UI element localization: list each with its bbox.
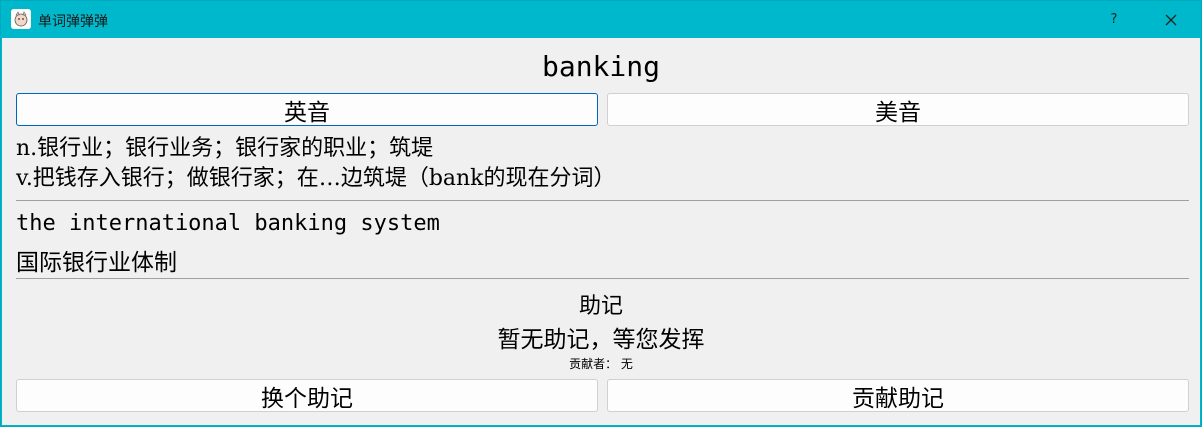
mnemonic-contributor: 贡献者： 无	[569, 357, 633, 371]
example-sentence-zh: 国际银行业体制	[16, 250, 177, 276]
divider	[16, 278, 1189, 279]
close-icon	[1165, 14, 1177, 25]
help-icon: ?	[1110, 12, 1118, 27]
mnemonic-text: 暂无助记，等您发挥	[497, 327, 705, 353]
definition-line: n.银行业；银行业务；银行家的职业；筑堤	[16, 136, 434, 161]
window-title: 单词弹弹弹	[38, 14, 108, 30]
word-heading: banking	[541, 50, 660, 83]
client-area: banking 英音 美音 n.银行业；银行业务；银行家的职业；筑堤 v.把钱存…	[2, 38, 1200, 425]
contribute-mnemonic-button[interactable]: 贡献助记	[607, 379, 1189, 412]
definitions: n.银行业；银行业务；银行家的职业；筑堤 v.把钱存入银行；做银行家；在…边筑堤…	[16, 134, 1186, 194]
title-bar[interactable]: 单词弹弹弹 ?	[1, 1, 1201, 38]
divider	[16, 200, 1189, 201]
us-pronunciation-label: 美音	[875, 99, 921, 126]
us-pronunciation-button[interactable]: 美音	[607, 93, 1189, 126]
mnemonic-title: 助记	[578, 294, 623, 319]
uk-pronunciation-label: 英音	[284, 99, 330, 126]
next-mnemonic-button[interactable]: 换个助记	[16, 379, 598, 412]
uk-pronunciation-button[interactable]: 英音	[16, 93, 598, 126]
close-button[interactable]	[1148, 1, 1194, 38]
definition-line: v.把钱存入银行；做银行家；在…边筑堤（bank的现在分词）	[16, 166, 616, 191]
contribute-mnemonic-label: 贡献助记	[852, 385, 944, 412]
app-icon	[11, 9, 31, 29]
example-sentence-en: the international banking system	[16, 211, 440, 236]
app-window: 单词弹弹弹 ? banking 英音 美音 n.银行业；银行业务；银行家的职业；…	[0, 0, 1202, 427]
next-mnemonic-label: 换个助记	[261, 385, 353, 412]
help-button[interactable]: ?	[1091, 1, 1137, 38]
